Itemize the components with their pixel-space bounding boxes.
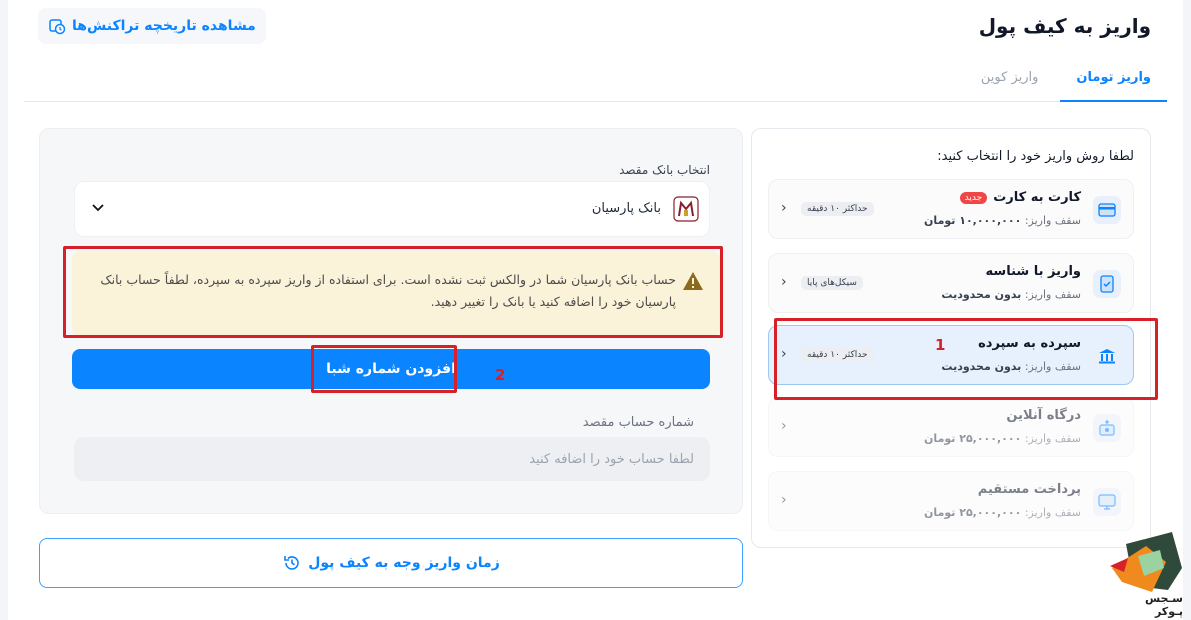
card-icon	[1093, 196, 1121, 224]
tab-toman-deposit[interactable]: واریز تومان	[1060, 58, 1167, 102]
receipt-check-icon	[1093, 270, 1121, 298]
deposit-form-panel: انتخاب بانک مقصد بانک پارسیان حساب بانک …	[39, 128, 743, 514]
tabs: واریز تومان واریز کوین	[24, 58, 1167, 102]
watermark-text: سـجس پـوکر	[1144, 592, 1183, 618]
selected-bank-name: بانک پارسیان	[591, 201, 661, 216]
clock-refresh-icon	[284, 556, 299, 570]
bank-building-icon	[1093, 342, 1121, 370]
method-name: سپرده به سپرده	[978, 336, 1081, 351]
method-limit: سقف واریز: بدون محدودیت	[941, 360, 1081, 373]
method-name: واریز با شناسه	[985, 264, 1081, 279]
methods-title: لطفا روش واریز خود را انتخاب کنید:	[937, 149, 1134, 164]
time-tag: حداکثر ۱۰ دقیقه	[801, 348, 874, 362]
time-button-label: زمان واریز وجه به کیف پول	[308, 555, 500, 571]
chevron-left-icon: ‹	[781, 200, 787, 216]
method-limit: سقف واریز: ۲۵,۰۰۰,۰۰۰ تومان	[924, 432, 1081, 445]
time-tag: حداکثر ۱۰ دقیقه	[801, 202, 874, 216]
method-deposit-to-deposit[interactable]: سپرده به سپرده سقف واریز: بدون محدودیت ح…	[768, 325, 1134, 385]
deposit-methods-panel: لطفا روش واریز خود را انتخاب کنید: کارت …	[751, 128, 1151, 548]
account-input[interactable]	[74, 437, 710, 481]
history-clock-icon	[49, 19, 66, 35]
screen-pay-icon	[1093, 488, 1121, 516]
method-name: کارت به کارت	[993, 190, 1081, 205]
history-label: مشاهده تاریخچه تراکنش‌ها	[72, 18, 256, 34]
transaction-history-link[interactable]: مشاهده تاریخچه تراکنش‌ها	[38, 8, 266, 44]
tab-coin-deposit[interactable]: واریز کوین	[965, 58, 1055, 102]
account-label: شماره حساب مقصد	[582, 415, 694, 430]
chevron-left-icon: ‹	[781, 346, 787, 362]
annotation-marker-2: 2	[495, 366, 506, 384]
method-limit: سقف واریز: ۱۰,۰۰۰,۰۰۰ تومان	[924, 214, 1081, 227]
method-online-gateway[interactable]: درگاه آنلاین سقف واریز: ۲۵,۰۰۰,۰۰۰ تومان…	[768, 397, 1134, 457]
method-name: پرداخت مستقیم	[977, 482, 1081, 497]
deposit-time-button[interactable]: زمان واریز وجه به کیف پول	[39, 538, 743, 588]
bank-select[interactable]: بانک پارسیان	[74, 181, 710, 237]
watermark-logo	[1110, 532, 1182, 592]
method-name: درگاه آنلاین	[1006, 408, 1081, 423]
chevron-left-icon: ‹	[781, 418, 787, 434]
parsian-bank-logo	[673, 196, 699, 222]
chevron-left-icon: ‹	[781, 492, 787, 508]
annotation-marker-1: 1	[935, 336, 946, 354]
time-tag: سیکل‌های پایا	[801, 276, 863, 290]
method-limit: سقف واریز: ۲۵,۰۰۰,۰۰۰ تومان	[924, 506, 1081, 519]
warning-triangle-icon	[683, 272, 703, 290]
warning-alert: حساب بانک پارسیان شما در والکس ثبت نشده …	[72, 251, 720, 337]
page-title: واریز به کیف پول	[978, 14, 1151, 38]
new-badge: جدید	[959, 191, 988, 204]
add-sheba-button[interactable]: افزودن شماره شبا	[72, 349, 710, 389]
chevron-down-icon	[92, 204, 104, 212]
bank-select-label: انتخاب بانک مقصد	[619, 163, 710, 177]
method-card-to-card[interactable]: کارت به کارت جدید سقف واریز: ۱۰,۰۰۰,۰۰۰ …	[768, 179, 1134, 239]
method-direct-payment[interactable]: پرداخت مستقیم سقف واریز: ۲۵,۰۰۰,۰۰۰ توما…	[768, 471, 1134, 531]
method-id-deposit[interactable]: واریز با شناسه سقف واریز: بدون محدودیت س…	[768, 253, 1134, 313]
warning-text: حساب بانک پارسیان شما در والکس ثبت نشده …	[100, 272, 676, 309]
chevron-left-icon: ‹	[781, 274, 787, 290]
page: واریز به کیف پول مشاهده تاریخچه تراکنش‌ه…	[0, 0, 1191, 620]
method-limit: سقف واریز: بدون محدودیت	[941, 288, 1081, 301]
online-gateway-icon	[1093, 414, 1121, 442]
